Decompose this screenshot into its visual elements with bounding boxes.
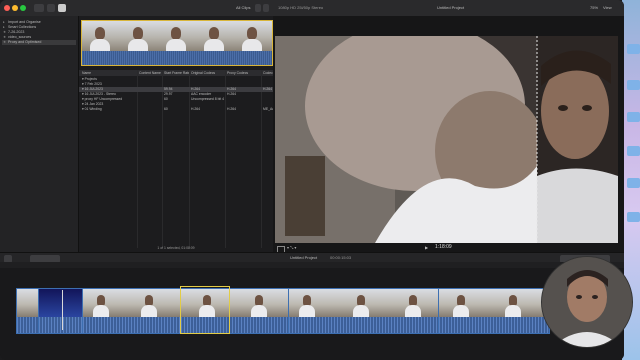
import-button[interactable]: [34, 4, 44, 12]
desktop-folder-icon[interactable]: [627, 80, 640, 90]
event-star-icon: ★: [3, 40, 7, 44]
timeline-clip[interactable]: [438, 288, 550, 334]
filmstrip-frame: [234, 21, 272, 51]
viewer: ▾ ⤡ ▾ ▶ 1:18:09: [273, 16, 624, 253]
column-header[interactable]: Name: [82, 70, 91, 76]
row-cell: H.264: [191, 107, 201, 111]
list-view-icon[interactable]: [263, 4, 269, 12]
webcam-image: [542, 257, 632, 347]
transform-tools-icon[interactable]: ▾ ⤡ ▾: [287, 245, 296, 250]
column-header[interactable]: Original Codecs: [191, 70, 215, 76]
timeline-duration: 00:00:15:03: [330, 255, 352, 260]
filmstrip-waveform: [82, 51, 272, 65]
final-cut-window: All Clips 1080p HD 25i/50p Stereo Untitl…: [0, 0, 624, 360]
library-filter-label[interactable]: All Clips: [236, 5, 250, 10]
timeline-clip[interactable]: [288, 288, 440, 334]
filmstrip-frame: [82, 21, 120, 51]
playhead[interactable]: [62, 290, 63, 330]
desktop-folder-icon[interactable]: [627, 44, 640, 54]
zoom-window-button[interactable]: [20, 5, 26, 11]
filmstrip-frame: [196, 21, 234, 51]
zoom-level-dropdown[interactable]: 75%: [590, 5, 598, 10]
webcam-overlay: [541, 256, 633, 348]
desktop-folder-icon[interactable]: [627, 212, 640, 222]
keyword-button[interactable]: [47, 4, 55, 12]
filmstrip-frame: [158, 21, 196, 51]
column-header[interactable]: Content Name: [139, 70, 161, 76]
project-name-label: Untitled Project: [437, 5, 465, 10]
timeline-clip[interactable]: [38, 288, 84, 334]
viewer-frame[interactable]: [275, 36, 618, 243]
close-window-button[interactable]: [4, 5, 10, 11]
background-tasks-icon[interactable]: [58, 4, 66, 12]
column-header[interactable]: Codec: [263, 70, 273, 76]
filmstrip-frame: [120, 21, 158, 51]
timecode-display[interactable]: 1:18:09: [435, 244, 452, 250]
list-header: Name Content Name Start Frame Rate Origi…: [79, 70, 273, 76]
timeline-clip[interactable]: [82, 288, 182, 334]
viewer-format-label: 1080p HD 25i/50p Stereo: [278, 5, 324, 10]
column-header[interactable]: Proxy Codecs: [227, 70, 248, 76]
play-icon[interactable]: ▶: [425, 245, 428, 250]
row-name: ▾ 01 Winding: [82, 107, 102, 111]
toolbar: All Clips 1080p HD 25i/50p Stereo Untitl…: [0, 0, 624, 17]
selected-clip-outline[interactable]: [180, 286, 230, 334]
desktop-folder-icon[interactable]: [627, 112, 640, 122]
filmstrip-selected-clip[interactable]: [81, 20, 273, 66]
column-header[interactable]: Start Frame Rate: [164, 70, 190, 76]
clip-browser: Name Content Name Start Frame Rate Origi…: [79, 16, 275, 252]
sidebar-item-proxy[interactable]: ★ Proxy and Optimised: [2, 40, 76, 45]
desktop-folder-icon[interactable]: [627, 146, 640, 156]
timeline-project-name: Untitled Project: [290, 255, 318, 260]
row-cell: 60: [164, 107, 168, 111]
list-item[interactable]: ▾ 01 Winding 60 H.264 H.264 ME_Act: [79, 107, 275, 112]
filmstrip-view-icon[interactable]: [255, 4, 261, 12]
libraries-sidebar: ▸ Import and Organise ▸ Smart Collections …: [0, 16, 79, 252]
view-menu[interactable]: View: [603, 5, 612, 10]
row-cell: H.264: [227, 107, 237, 111]
browser-status: 1 of 1 selected, 01:08:09: [157, 246, 195, 250]
timeline-clip[interactable]: [16, 288, 40, 334]
viewer-video-image: [275, 36, 618, 243]
desktop-folder-icon[interactable]: [627, 178, 640, 188]
minimize-window-button[interactable]: [12, 5, 18, 11]
